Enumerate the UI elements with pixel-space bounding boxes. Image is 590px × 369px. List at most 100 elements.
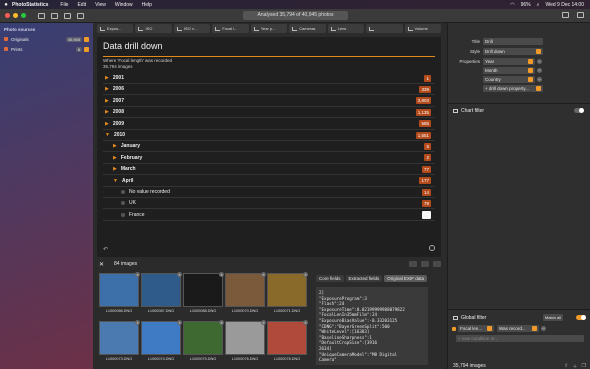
drill-row[interactable]: ▶ 2009 586 bbox=[103, 119, 435, 130]
remove-property-icon[interactable]: − bbox=[537, 77, 542, 82]
thumbnail[interactable]: L1000073.DNG × bbox=[99, 320, 140, 365]
wifi-icon[interactable]: ◠ bbox=[510, 2, 514, 8]
drill-row[interactable]: ▶ 2008 1,135 bbox=[103, 107, 435, 119]
sidebar-toggle-icon[interactable] bbox=[38, 12, 45, 19]
menu-file[interactable]: File bbox=[60, 2, 68, 8]
thumbnail[interactable]: L1000078.DNG × bbox=[267, 320, 308, 365]
sidebar-item-originals[interactable]: Originals 40,945 bbox=[4, 35, 89, 43]
export-icon[interactable] bbox=[51, 12, 58, 19]
thumbnail[interactable]: L1000074.DNG × bbox=[141, 320, 182, 365]
disclosure-closed-icon[interactable]: ▶ bbox=[105, 86, 109, 92]
thumbnail[interactable]: L1000076.DNG × bbox=[225, 320, 266, 365]
remove-icon[interactable]: × bbox=[303, 272, 308, 277]
drill-row[interactable]: ▼ 2010 1,651 bbox=[103, 130, 435, 141]
remove-icon[interactable]: × bbox=[261, 272, 266, 277]
search-icon[interactable]: ⌕ bbox=[537, 2, 540, 8]
disclosure-closed-icon[interactable]: ▶ bbox=[113, 143, 117, 149]
disclosure-closed-icon[interactable]: ▶ bbox=[113, 155, 117, 161]
tab-extracted-fields[interactable]: Extracted fields bbox=[345, 275, 383, 282]
zoom-button[interactable] bbox=[21, 13, 26, 18]
filter-field-select[interactable]: Focal len... bbox=[458, 325, 494, 332]
disclosure-closed-icon[interactable]: ▶ bbox=[105, 121, 109, 127]
thumbnail[interactable]: L1000070.DNG × bbox=[225, 272, 266, 317]
share-icon[interactable]: ⇧ bbox=[564, 363, 568, 369]
tab-chart-6[interactable]: Lens bbox=[327, 24, 365, 33]
style-select[interactable]: Drill down bbox=[483, 48, 543, 55]
remove-icon[interactable]: × bbox=[135, 272, 140, 277]
app-menu[interactable]: PhotoStatistics bbox=[12, 2, 48, 8]
apple-menu-icon[interactable]: ● bbox=[0, 2, 12, 8]
tab-chart-2[interactable]: ISO v... bbox=[173, 24, 211, 33]
remove-icon[interactable]: × bbox=[303, 320, 308, 325]
filter-op-select[interactable]: Was record... bbox=[497, 325, 539, 332]
property-select-year[interactable]: Year bbox=[483, 58, 535, 65]
zoom-icon[interactable] bbox=[429, 245, 435, 251]
menu-help[interactable]: Help bbox=[142, 2, 152, 8]
tab-chart-0[interactable]: Expos... bbox=[97, 24, 134, 33]
disclosure-open-icon[interactable]: ▼ bbox=[105, 132, 110, 138]
tab-chart-8[interactable]: Volume bbox=[404, 24, 441, 33]
drill-row[interactable]: ▶ January 5 bbox=[103, 141, 435, 153]
battery-level[interactable]: 96% bbox=[521, 2, 531, 8]
new-condition-select[interactable]: + new condition or... bbox=[456, 335, 584, 342]
detail-view-icon[interactable] bbox=[433, 261, 441, 267]
clock[interactable]: Wed 9 Dec 14:00 bbox=[545, 2, 584, 8]
checkbox-icon[interactable] bbox=[452, 326, 456, 331]
remove-icon[interactable]: × bbox=[177, 272, 182, 277]
remove-icon[interactable]: × bbox=[219, 320, 224, 325]
tab-chart-5[interactable]: Cameras bbox=[289, 24, 326, 33]
menu-window[interactable]: Window bbox=[115, 2, 133, 8]
tab-chart-1[interactable]: ISO bbox=[135, 24, 172, 33]
remove-icon[interactable]: × bbox=[261, 320, 266, 325]
remove-icon[interactable]: × bbox=[135, 320, 140, 325]
drill-row[interactable]: ▶ 2007 3,803 bbox=[103, 96, 435, 107]
add-property-select[interactable]: + drill down property... bbox=[483, 85, 543, 92]
tab-chart-3[interactable]: Focal l... bbox=[212, 24, 249, 33]
disclosure-open-icon[interactable]: ▼ bbox=[113, 178, 118, 184]
thumbnail[interactable]: L1000071.DNG × bbox=[267, 272, 308, 317]
thumbnail[interactable]: L1000087.DNG × bbox=[141, 272, 182, 317]
remove-icon[interactable]: × bbox=[177, 320, 182, 325]
title-input[interactable]: Drill bbox=[483, 38, 543, 45]
remove-property-icon[interactable]: − bbox=[537, 59, 542, 64]
back-icon[interactable]: ↶ bbox=[103, 246, 108, 253]
add-icon[interactable]: ＋ bbox=[573, 363, 578, 369]
close-button[interactable] bbox=[5, 13, 10, 18]
drill-row[interactable]: France bbox=[103, 210, 435, 221]
grid-view-icon[interactable] bbox=[409, 261, 417, 267]
sidebar-item-prints[interactable]: Prints 8 bbox=[4, 45, 89, 53]
menu-edit[interactable]: Edit bbox=[77, 2, 86, 8]
remove-icon[interactable]: × bbox=[219, 272, 224, 277]
tab-chart-7[interactable] bbox=[366, 24, 403, 33]
disclosure-closed-icon[interactable]: ▶ bbox=[105, 75, 109, 81]
drill-row[interactable]: ▶ 2006 339 bbox=[103, 84, 435, 96]
thumbnail[interactable]: L1000086.DNG × bbox=[99, 272, 140, 317]
copy-icon[interactable]: ❐ bbox=[582, 363, 586, 369]
disclosure-closed-icon[interactable]: ▶ bbox=[105, 98, 109, 104]
list-view-icon[interactable] bbox=[421, 261, 429, 267]
chevron-down-icon[interactable] bbox=[84, 46, 89, 52]
remove-condition-icon[interactable]: − bbox=[541, 326, 546, 331]
drill-row[interactable]: UK 79 bbox=[103, 198, 435, 210]
thumbnail[interactable]: L1000088.DNG × bbox=[183, 272, 224, 317]
tab-chart-4[interactable]: Year p... bbox=[250, 24, 288, 33]
tab-core-fields[interactable]: Core fields bbox=[316, 275, 344, 282]
drill-row[interactable]: ▶ March 77 bbox=[103, 164, 435, 176]
drill-row[interactable]: ▶ February 2 bbox=[103, 153, 435, 164]
close-icon[interactable]: ✕ bbox=[99, 261, 104, 268]
drill-row[interactable]: ▶ 2001 1 bbox=[103, 73, 435, 84]
property-select-month[interactable]: Month bbox=[483, 67, 535, 74]
chart-filter-toggle[interactable] bbox=[574, 108, 584, 113]
settings-icon[interactable] bbox=[77, 12, 84, 19]
disclosure-closed-icon[interactable]: ▶ bbox=[105, 109, 109, 115]
global-filter-toggle[interactable] bbox=[576, 315, 586, 320]
remove-property-icon[interactable]: − bbox=[537, 68, 542, 73]
tab-original-exif[interactable]: Original EXIF data bbox=[384, 275, 428, 282]
thumbnail[interactable]: L1000075.DNG × bbox=[183, 320, 224, 365]
property-select-country[interactable]: Country bbox=[483, 76, 535, 83]
share-icon[interactable] bbox=[562, 12, 569, 18]
menu-view[interactable]: View bbox=[95, 2, 106, 8]
match-select[interactable]: Match all bbox=[543, 314, 564, 321]
inspector-toggle-icon[interactable] bbox=[577, 12, 584, 18]
chevron-down-icon[interactable] bbox=[84, 36, 89, 42]
